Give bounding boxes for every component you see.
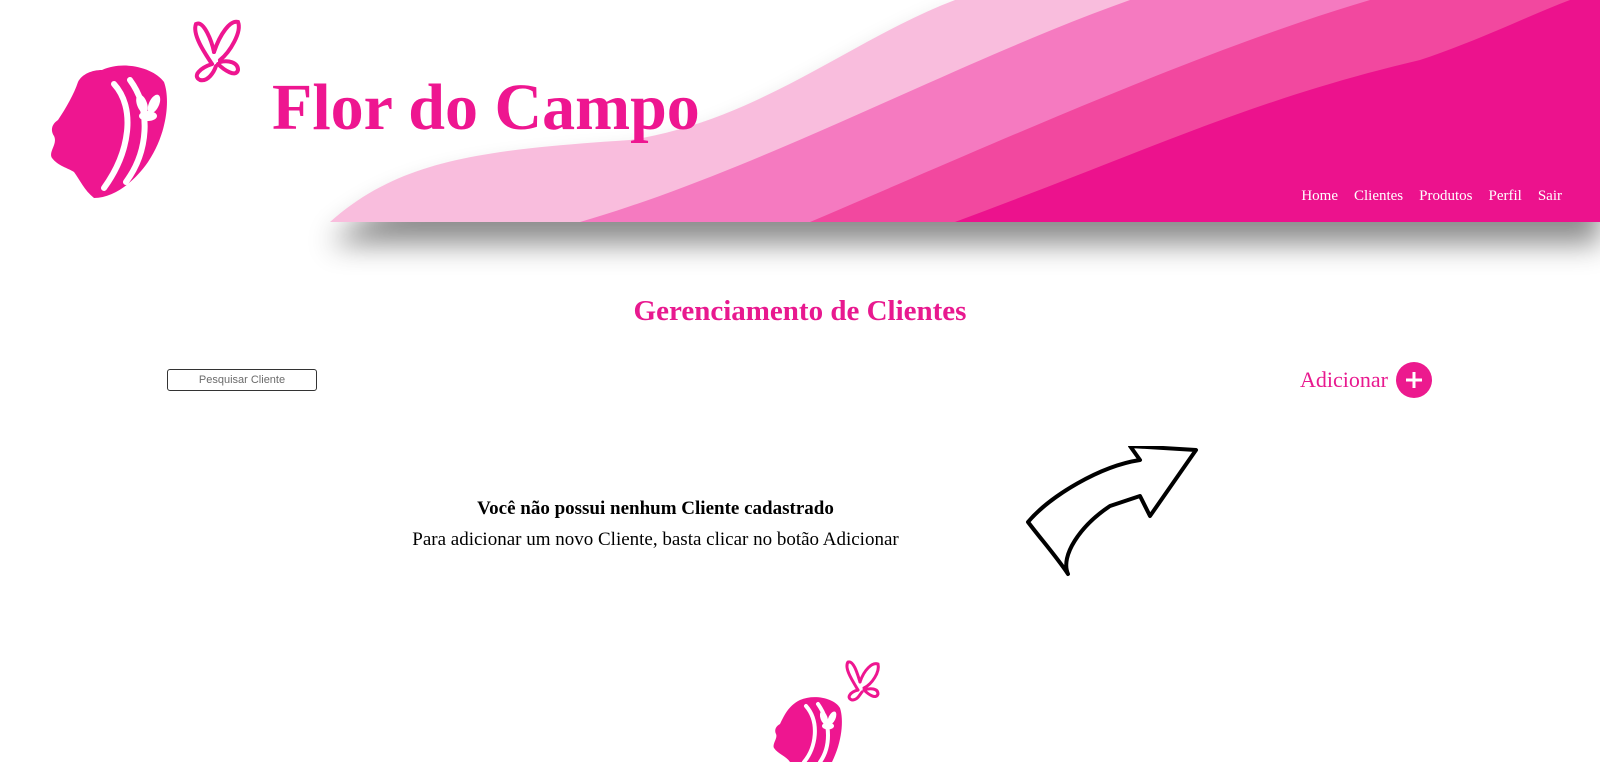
footer-logo-icon [773, 660, 880, 762]
nav-link-perfil[interactable]: Perfil [1481, 186, 1530, 206]
site-header: Flor do Campo Home Clientes Produtos Per… [0, 0, 1600, 222]
nav-link-produtos[interactable]: Produtos [1411, 186, 1480, 206]
search-client-input[interactable] [167, 369, 317, 391]
add-button-label: Adicionar [1300, 367, 1388, 392]
nav-link-clientes[interactable]: Clientes [1346, 186, 1411, 206]
arrow-up-right-icon [1026, 446, 1198, 576]
site-title: Flor do Campo [272, 71, 700, 144]
woman-butterfly-logo-icon [51, 19, 241, 198]
add-client-button[interactable]: Adicionar [1300, 362, 1432, 398]
page: Flor do Campo Home Clientes Produtos Per… [0, 0, 1600, 762]
main-nav: Home Clientes Produtos Perfil Sair [1293, 186, 1570, 206]
nav-link-sair[interactable]: Sair [1530, 186, 1570, 206]
nav-link-home[interactable]: Home [1293, 186, 1346, 206]
page-heading: Gerenciamento de Clientes [633, 295, 967, 327]
plus-icon [1395, 362, 1432, 398]
